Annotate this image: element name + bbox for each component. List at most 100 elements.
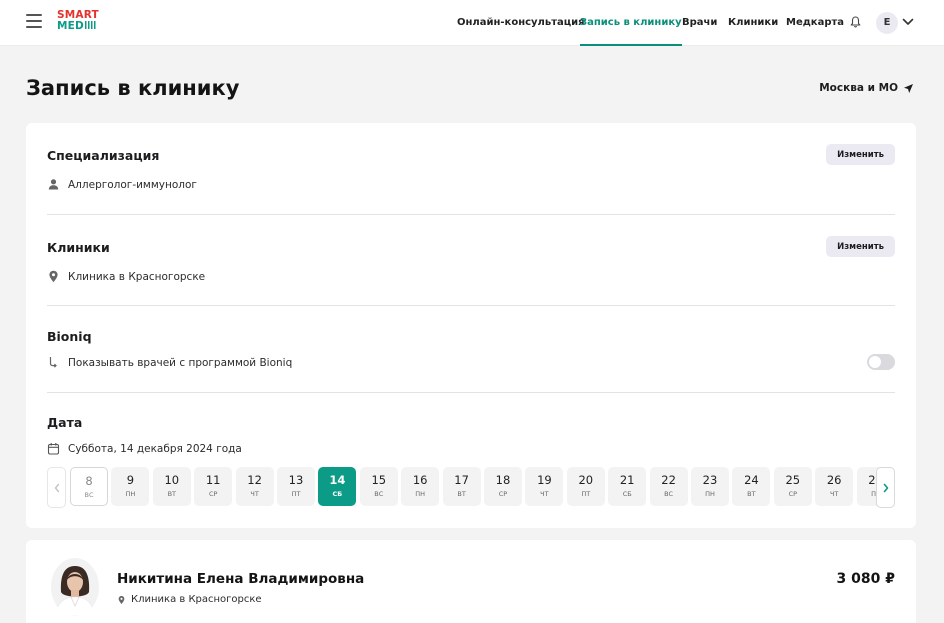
- date-item-9[interactable]: 9 ПН: [111, 467, 150, 506]
- date-day-number: 9: [126, 473, 135, 487]
- date-weekday: СР: [208, 490, 218, 498]
- date-day-number: 16: [412, 473, 428, 487]
- person-icon: [48, 179, 59, 190]
- location-arrow-icon: [904, 83, 913, 93]
- date-weekday: ВС: [664, 490, 674, 498]
- date-day-number: 11: [205, 473, 221, 487]
- date-day-number: 15: [371, 473, 387, 487]
- nav-online-consultation[interactable]: Онлайн-консультация: [457, 0, 585, 46]
- date-item-10[interactable]: 10 ВТ: [152, 467, 191, 506]
- date-value: Суббота, 14 декабря 2024 года: [47, 442, 242, 455]
- date-item-16[interactable]: 16 ПН: [401, 467, 440, 506]
- specialization-value: Аллерголог-иммунолог: [47, 178, 197, 191]
- user-avatar[interactable]: E: [876, 12, 898, 34]
- map-pin-icon: [118, 595, 125, 604]
- bioniq-text: Показывать врачей с программой Bioniq: [68, 356, 293, 369]
- date-day-number: 22: [661, 473, 676, 487]
- calendar-icon: [47, 443, 60, 455]
- hook-arrow-icon: [49, 357, 57, 368]
- date-item-12[interactable]: 12 ЧТ: [235, 467, 274, 506]
- bioniq-title: Bioniq: [47, 329, 92, 344]
- page-title: Запись в клинику: [26, 76, 240, 100]
- date-weekday: ПТ: [581, 490, 591, 498]
- date-weekday: СР: [498, 490, 508, 498]
- date-title: Дата: [47, 415, 83, 430]
- date-item-26[interactable]: 26 ЧТ: [815, 467, 854, 506]
- clinics-title: Клиники: [47, 240, 110, 255]
- divider: [47, 392, 895, 393]
- date-weekday: ЧТ: [829, 490, 839, 498]
- change-clinic-button[interactable]: Изменить: [826, 236, 895, 257]
- date-day-number: 10: [164, 473, 180, 487]
- date-day-number: 21: [619, 473, 635, 487]
- nav-clinics[interactable]: Клиники: [728, 0, 778, 46]
- date-item-8[interactable]: 8 ВС: [70, 467, 108, 506]
- date-item-13[interactable]: 13 ПТ: [277, 467, 315, 506]
- chevron-right-icon: [883, 483, 888, 492]
- clinic-text: Клиника в Красногорске: [68, 270, 206, 283]
- doctor-avatar-icon: [51, 558, 99, 616]
- date-day-number: 8: [85, 474, 93, 488]
- date-day-number: 19: [537, 473, 552, 487]
- logo-bottom: MED: [57, 21, 99, 32]
- date-day-number: 23: [702, 473, 718, 487]
- doctor-price: 3 080 ₽: [836, 571, 895, 587]
- map-pin-icon: [49, 270, 58, 283]
- nav-clinic-booking[interactable]: Запись в клинику: [580, 0, 682, 46]
- date-weekday: СБ: [622, 490, 632, 498]
- date-day-number: 14: [329, 473, 346, 487]
- date-item-21[interactable]: 21 СБ: [608, 467, 647, 506]
- date-item-18[interactable]: 18 СР: [484, 467, 522, 506]
- date-item-22[interactable]: 22 ВС: [649, 467, 688, 506]
- date-weekday: ВТ: [167, 490, 177, 498]
- date-weekday: ЧТ: [540, 490, 549, 498]
- date-weekday: ВС: [84, 491, 94, 499]
- clinic-value: Клиника в Красногорске: [47, 270, 205, 283]
- doctor-name[interactable]: Никитина Елена Владимировна: [117, 571, 364, 587]
- region-selector[interactable]: Москва и МО: [819, 82, 914, 94]
- date-strip: 8 ВС 9 ПН 10 ВТ 11 СР 12 ЧТ 13 ПТ 14 СБ 15 ВС 16 ПН 17 ВТ 18…: [47, 467, 895, 508]
- nav-doctors[interactable]: Врачи: [682, 0, 717, 46]
- date-weekday: СР: [788, 490, 798, 498]
- date-item-25[interactable]: 25 СР: [773, 467, 812, 506]
- date-item-24[interactable]: 24 ВТ: [732, 467, 771, 506]
- date-item-15[interactable]: 15 ВС: [359, 467, 398, 506]
- doctor-clinic: Клиника в Красногорске: [117, 594, 262, 605]
- date-text: Суббота, 14 декабря 2024 года: [68, 442, 242, 455]
- date-day-number: 18: [495, 473, 511, 487]
- date-day-number: 12: [247, 473, 262, 487]
- date-item-23[interactable]: 23 ПН: [691, 467, 729, 506]
- date-weekday: ПН: [415, 490, 426, 498]
- divider: [47, 305, 895, 306]
- date-item-11[interactable]: 11 СР: [194, 467, 233, 506]
- doctor-photo: [51, 558, 99, 616]
- next-dates-button[interactable]: [876, 467, 895, 508]
- date-day-number: 26: [826, 473, 842, 487]
- date-weekday: ВС: [374, 490, 384, 498]
- date-weekday: ПН: [705, 490, 715, 498]
- nav-medcard[interactable]: Медкарта: [786, 0, 844, 46]
- change-specialization-button[interactable]: Изменить: [826, 144, 895, 165]
- date-weekday: ВТ: [457, 490, 466, 498]
- date-item-19[interactable]: 19 ЧТ: [525, 467, 564, 506]
- bioniq-value: Показывать врачей с программой Bioniq: [47, 356, 292, 369]
- doctor-card[interactable]: Никитина Елена Владимировна Клиника в Кр…: [26, 540, 916, 623]
- date-item-14[interactable]: 14 СБ: [318, 467, 357, 506]
- smartmed-logo[interactable]: SMART MED: [57, 10, 99, 32]
- chevron-left-icon: [54, 483, 59, 492]
- doctor-clinic-text: Клиника в Красногорске: [131, 594, 262, 605]
- date-weekday: ПТ: [291, 490, 301, 498]
- bioniq-toggle[interactable]: [867, 354, 895, 370]
- top-header: SMART MED Онлайн-консультация Запись в к…: [0, 0, 944, 46]
- date-day-number: 25: [785, 473, 801, 487]
- menu-icon[interactable]: [26, 14, 42, 28]
- date-weekday: СБ: [332, 490, 343, 498]
- date-weekday: ПН: [125, 490, 136, 498]
- chevron-down-icon[interactable]: [902, 18, 914, 26]
- date-day-number: 24: [744, 473, 759, 487]
- date-item-20[interactable]: 20 ПТ: [566, 467, 605, 506]
- bell-icon[interactable]: [850, 16, 861, 28]
- date-item-17[interactable]: 17 ВТ: [442, 467, 481, 506]
- specialization-text: Аллерголог-иммунолог: [68, 178, 197, 191]
- prev-dates-button[interactable]: [47, 467, 66, 508]
